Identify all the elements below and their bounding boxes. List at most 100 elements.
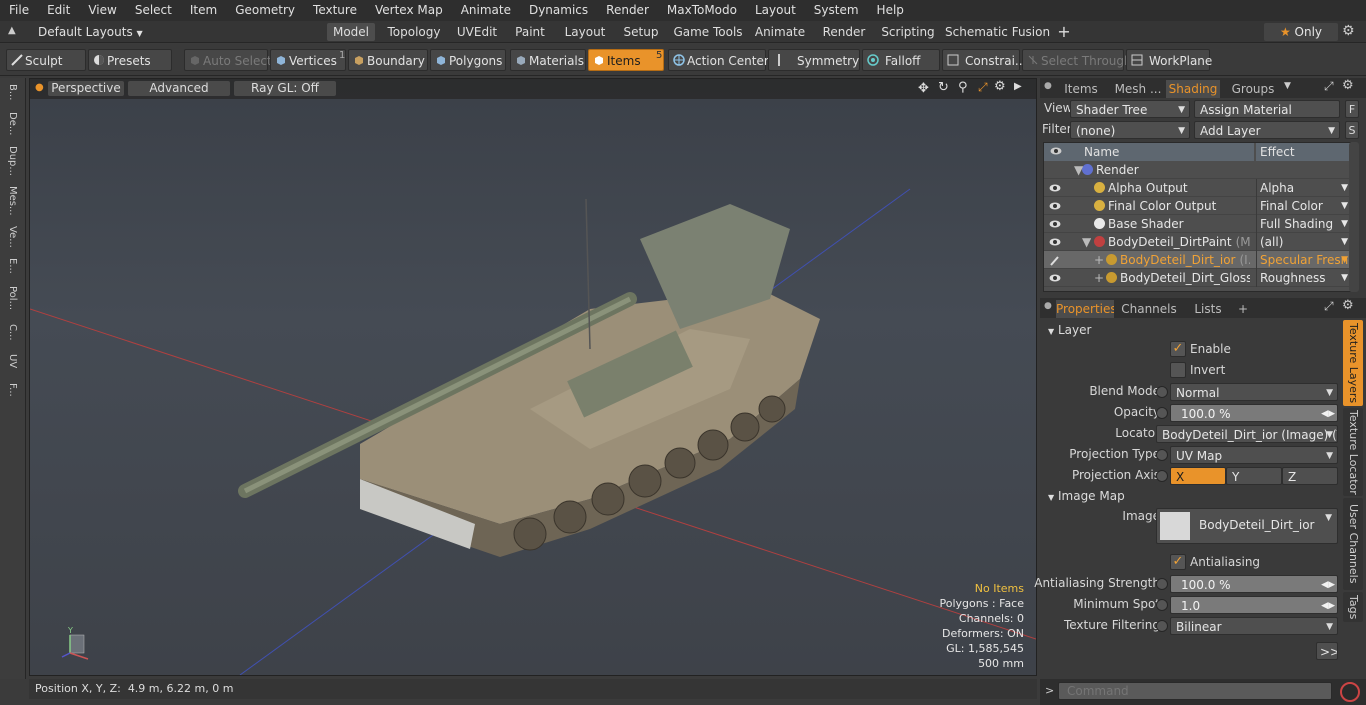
menu-item[interactable]: Item [181, 0, 226, 21]
shader-tree-row[interactable]: BodyDeteil_Dirt_ior(I... Specular Fresnel… [1044, 251, 1350, 269]
viewport-settings-icon[interactable]: ⚙ [994, 79, 1006, 94]
left-tab-1[interactable]: De... [3, 108, 21, 140]
image-map-section-header[interactable]: ▼ Image Map [1048, 489, 1125, 503]
min-spot-slider[interactable]: 1.0 ◀▶ [1170, 596, 1338, 614]
layout-tab-model[interactable]: Model [327, 23, 375, 41]
shader-tree-effect-dropdown[interactable]: Full Shading ▼ [1256, 215, 1350, 233]
default-layouts-dropdown[interactable]: Default Layouts ▼ [38, 23, 143, 41]
sculpt-button[interactable]: Sculpt [6, 49, 86, 71]
shader-tree-effect-dropdown[interactable]: Specular Fresnel ▼ [1256, 251, 1350, 269]
side-tab-texture-locator[interactable]: Texture Locator [1343, 408, 1363, 496]
shader-tree-effect-dropdown[interactable]: Alpha ▼ [1256, 179, 1350, 197]
shader-tree-effect-dropdown[interactable]: Final Color ▼ [1256, 197, 1350, 215]
properties-tab-lists[interactable]: Lists [1184, 300, 1232, 318]
side-tab-user-channels[interactable]: User Channels [1343, 498, 1363, 590]
layout-tab-setup[interactable]: Setup [616, 23, 666, 41]
aa-strength-anim-dot[interactable] [1156, 578, 1168, 590]
shader-tree-scrollbar[interactable] [1349, 142, 1359, 292]
left-tab-4[interactable]: Ve... [3, 224, 21, 250]
enable-checkbox[interactable]: ✓ [1170, 341, 1186, 357]
invert-checkbox[interactable] [1170, 362, 1186, 378]
left-tab-5[interactable]: E... [3, 254, 21, 278]
collapse-icon[interactable]: ▼ [1082, 233, 1091, 251]
panel-settings-icon[interactable]: ⚙ [1342, 78, 1354, 93]
side-tab-tags[interactable]: Tags [1343, 592, 1363, 622]
side-tab-texture-layers[interactable]: Texture Layers [1343, 320, 1363, 406]
chevron-down-icon[interactable]: ▼ [1284, 81, 1291, 91]
expand-panel-icon[interactable]: ⤢ [1324, 299, 1334, 314]
eye-icon[interactable] [1049, 200, 1061, 212]
layout-tab-render[interactable]: Render [816, 23, 872, 41]
panel-settings-icon[interactable]: ⚙ [1342, 298, 1354, 313]
assign-material-button[interactable]: Assign Material [1194, 100, 1340, 118]
shader-tree-effect-dropdown[interactable]: (all) ▼ [1256, 233, 1350, 251]
menu-edit[interactable]: Edit [38, 0, 79, 21]
presets-button[interactable]: Presets [88, 49, 172, 71]
left-tab-6[interactable]: Pol... [3, 282, 21, 314]
layout-tab-animate[interactable]: Animate [749, 23, 811, 41]
only-toggle[interactable]: ★ Only [1264, 23, 1338, 41]
eye-icon[interactable] [1049, 272, 1061, 284]
symmetry-button[interactable]: Symmetry [768, 49, 860, 71]
menu-system[interactable]: System [805, 0, 868, 21]
panel-menu-dot[interactable]: ● [1044, 301, 1052, 311]
layout-tab-schematic-fusion[interactable]: Schematic Fusion [945, 23, 1050, 41]
menu-vertex-map[interactable]: Vertex Map [366, 0, 452, 21]
left-tab-9[interactable]: F... [3, 376, 21, 404]
workplane-button[interactable]: WorkPlane [1126, 49, 1212, 71]
panel-tab-1[interactable]: Mesh ... [1114, 80, 1162, 98]
viewport-expand-icon[interactable]: ▶ [1014, 81, 1022, 92]
more-button[interactable]: >> [1316, 642, 1338, 660]
texture-filtering-dropdown[interactable]: Bilinear ▼ [1170, 617, 1338, 635]
gear-icon[interactable]: ⚙ [1342, 23, 1355, 39]
axis-z-button[interactable]: Z [1282, 467, 1338, 485]
f-button[interactable]: F [1345, 100, 1359, 118]
expand-icon[interactable]: + [1094, 251, 1104, 269]
opacity-slider[interactable]: 100.0 % ◀▶ [1170, 404, 1338, 422]
add-properties-tab-button[interactable]: + [1236, 300, 1250, 318]
view-dropdown[interactable]: Shader Tree ▼ [1070, 100, 1190, 118]
min-spot-anim-dot[interactable] [1156, 599, 1168, 611]
aa-strength-slider[interactable]: 100.0 % ◀▶ [1170, 575, 1338, 593]
shader-tree-row[interactable]: Base Shader Full Shading ▼ [1044, 215, 1350, 233]
eye-icon[interactable] [1049, 218, 1061, 230]
viewport-menu-dot[interactable]: ● [35, 82, 44, 93]
image-selector[interactable]: BodyDeteil_Dirt_ior ▼ [1156, 508, 1338, 544]
panel-tab-2[interactable]: Shading [1166, 80, 1220, 98]
collapse-icon[interactable]: ▼ [1074, 161, 1083, 179]
boundary-button[interactable]: Boundary [348, 49, 428, 71]
blend-mode-anim-dot[interactable] [1156, 386, 1168, 398]
menu-render[interactable]: Render [597, 0, 658, 21]
shader-tree-effect-header[interactable]: Effect [1256, 143, 1350, 161]
panel-menu-dot[interactable]: ● [1044, 81, 1052, 91]
vertices-button[interactable]: Vertices [270, 49, 346, 71]
constraints-button[interactable]: Constrai... [942, 49, 1026, 71]
menu-view[interactable]: View [79, 0, 125, 21]
left-tab-8[interactable]: UV [3, 350, 21, 372]
shader-tree-row[interactable]: Final Color Output Final Color ▼ [1044, 197, 1350, 215]
layout-tab-game-tools[interactable]: Game Tools [672, 23, 744, 41]
layer-section-header[interactable]: ▼ Layer [1048, 323, 1091, 337]
eye-icon[interactable] [1049, 236, 1061, 248]
properties-tab-channels[interactable]: Channels [1120, 300, 1178, 318]
left-tab-2[interactable]: Dup... [3, 144, 21, 178]
falloff-button[interactable]: Falloff [862, 49, 940, 71]
expand-panel-icon[interactable]: ⤢ [1324, 79, 1334, 94]
panel-tab-3[interactable]: Groups [1226, 80, 1280, 98]
menu-file[interactable]: File [0, 0, 38, 21]
rotate-view-icon[interactable]: ↻ [938, 80, 949, 95]
opacity-anim-dot[interactable] [1156, 407, 1168, 419]
menu-animate[interactable]: Animate [452, 0, 520, 21]
select-through-button[interactable]: Select Through [1022, 49, 1132, 71]
3d-viewport[interactable]: Y ● Perspective Advanced Ray GL: Off ✥ ↻… [29, 78, 1037, 676]
brush-icon[interactable] [1049, 254, 1061, 266]
left-tab-7[interactable]: C... [3, 318, 21, 346]
projection-axis-anim-dot[interactable] [1156, 470, 1168, 482]
menu-texture[interactable]: Texture [304, 0, 366, 21]
record-icon[interactable] [1340, 682, 1360, 702]
shader-tree-name-header[interactable]: Name [1072, 143, 1254, 161]
menu-help[interactable]: Help [868, 0, 913, 21]
s-button[interactable]: S [1345, 121, 1359, 139]
texture-filtering-anim-dot[interactable] [1156, 620, 1168, 632]
layout-tab-layout[interactable]: Layout [559, 23, 611, 41]
